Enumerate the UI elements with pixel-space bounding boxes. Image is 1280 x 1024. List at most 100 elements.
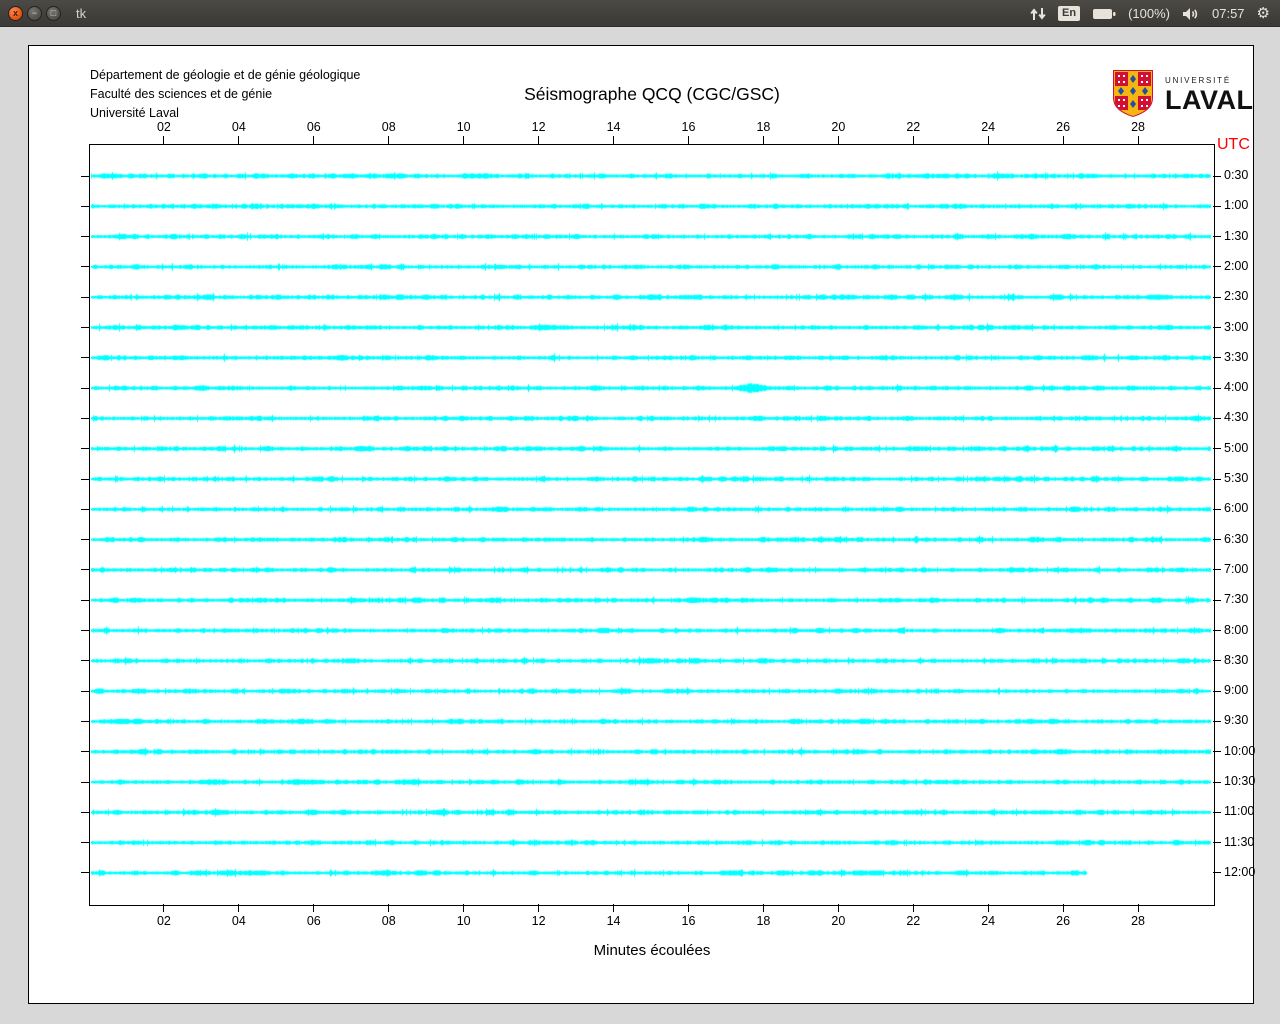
- x-tick-bottom: [238, 904, 240, 912]
- utc-time-label: 2:00: [1224, 258, 1249, 273]
- x-tick-bottom: [762, 904, 764, 912]
- x-tick-top: [762, 136, 764, 144]
- trace-tick-left: [81, 569, 89, 571]
- window-titlebar[interactable]: x − □ tk En (100%) 07:57 ⚙: [0, 0, 1280, 27]
- x-tick-label-bottom: 26: [1056, 914, 1071, 928]
- maximize-button[interactable]: □: [46, 5, 61, 21]
- x-tick-label-bottom: 14: [606, 914, 621, 928]
- utc-time-label: 10:00: [1224, 743, 1256, 758]
- trace-tick-right: [1213, 357, 1221, 359]
- x-tick-label-bottom: 16: [681, 914, 696, 928]
- trace-tick-left: [81, 508, 89, 510]
- x-tick-label-top: 02: [156, 120, 171, 134]
- x-tick-bottom: [1062, 904, 1064, 912]
- trace-tick-right: [1213, 539, 1221, 541]
- utc-time-label: 11:00: [1224, 804, 1255, 819]
- trace-tick-right: [1213, 690, 1221, 692]
- utc-time-label: 4:00: [1224, 380, 1249, 395]
- trace-tick-right: [1213, 266, 1221, 268]
- x-tick-label-bottom: 06: [306, 914, 321, 928]
- x-tick-label-bottom: 22: [906, 914, 921, 928]
- trace-tick-left: [81, 357, 89, 359]
- trace-tick-right: [1213, 630, 1221, 632]
- x-tick-top: [987, 136, 989, 144]
- x-tick-label-top: 04: [231, 120, 246, 134]
- keyboard-layout-indicator[interactable]: En: [1058, 6, 1081, 21]
- trace-tick-right: [1213, 751, 1221, 753]
- x-tick-top: [463, 136, 465, 144]
- trace-tick-right: [1213, 296, 1221, 298]
- x-tick-label-top: 26: [1056, 120, 1071, 134]
- plot-frame: [89, 144, 1215, 906]
- utc-time-label: 7:30: [1224, 592, 1249, 607]
- x-tick-label-top: 20: [831, 120, 846, 134]
- trace-tick-left: [81, 872, 89, 874]
- trace-tick-right: [1213, 417, 1221, 419]
- utc-time-label: 6:00: [1224, 501, 1249, 516]
- utc-axis-title: UTC: [1217, 136, 1250, 153]
- x-tick-label-top: 10: [456, 120, 471, 134]
- utc-time-label: 5:30: [1224, 471, 1249, 486]
- trace-tick-right: [1213, 327, 1221, 329]
- x-tick-bottom: [463, 904, 465, 912]
- utc-time-label: 11:30: [1224, 834, 1255, 849]
- system-tray: En (100%) 07:57 ⚙: [1030, 0, 1270, 27]
- utc-time-label: 8:00: [1224, 622, 1249, 637]
- utc-time-label: 2:30: [1224, 289, 1249, 304]
- x-tick-top: [687, 136, 689, 144]
- minimize-button[interactable]: −: [27, 5, 42, 21]
- x-tick-label-top: 08: [381, 120, 396, 134]
- trace-tick-left: [81, 175, 89, 177]
- x-tick-bottom: [687, 904, 689, 912]
- x-tick-label-top: 24: [981, 120, 996, 134]
- x-tick-bottom: [837, 904, 839, 912]
- x-tick-top: [313, 136, 315, 144]
- logo-word-laval: LAVAL: [1165, 85, 1254, 115]
- trace-tick-left: [81, 417, 89, 419]
- close-button[interactable]: x: [8, 5, 23, 21]
- trace-tick-right: [1213, 175, 1221, 177]
- trace-tick-right: [1213, 781, 1221, 783]
- x-tick-bottom: [313, 904, 315, 912]
- network-updown-icon[interactable]: [1030, 7, 1046, 21]
- x-tick-label-top: 18: [756, 120, 771, 134]
- x-tick-label-top: 06: [306, 120, 321, 134]
- clock[interactable]: 07:57: [1212, 6, 1245, 21]
- x-tick-label-bottom: 10: [456, 914, 471, 928]
- x-tick-top: [163, 136, 165, 144]
- trace-tick-left: [81, 842, 89, 844]
- trace-tick-left: [81, 539, 89, 541]
- trace-tick-right: [1213, 205, 1221, 207]
- utc-time-label: 4:30: [1224, 410, 1249, 425]
- trace-tick-left: [81, 690, 89, 692]
- window-controls: x − □: [0, 5, 61, 21]
- x-axis-title: Minutes écoulées: [593, 942, 711, 959]
- trace-tick-right: [1213, 478, 1221, 480]
- utc-time-label: 8:30: [1224, 652, 1249, 667]
- x-tick-top: [1062, 136, 1064, 144]
- trace-tick-left: [81, 296, 89, 298]
- trace-tick-left: [81, 720, 89, 722]
- trace-tick-left: [81, 327, 89, 329]
- trace-tick-left: [81, 387, 89, 389]
- trace-tick-right: [1213, 842, 1221, 844]
- x-tick-bottom: [613, 904, 615, 912]
- utc-time-label: 3:00: [1224, 319, 1249, 334]
- utc-time-label: 10:30: [1224, 774, 1256, 789]
- trace-tick-right: [1213, 448, 1221, 450]
- trace-tick-left: [81, 236, 89, 238]
- x-tick-top: [912, 136, 914, 144]
- session-gear-icon[interactable]: ⚙: [1257, 6, 1270, 21]
- battery-percent[interactable]: (100%): [1128, 6, 1170, 21]
- x-tick-top: [837, 136, 839, 144]
- volume-icon[interactable]: [1182, 7, 1200, 21]
- utc-time-label: 7:00: [1224, 561, 1249, 576]
- university-laval-logo: UNIVERSITÉ LAVAL: [1109, 69, 1253, 122]
- x-tick-top: [613, 136, 615, 144]
- x-tick-label-bottom: 20: [831, 914, 846, 928]
- utc-time-label: 9:30: [1224, 713, 1249, 728]
- x-tick-label-top: 12: [531, 120, 546, 134]
- x-tick-bottom: [1137, 904, 1139, 912]
- trace-tick-left: [81, 448, 89, 450]
- battery-icon[interactable]: [1092, 8, 1116, 20]
